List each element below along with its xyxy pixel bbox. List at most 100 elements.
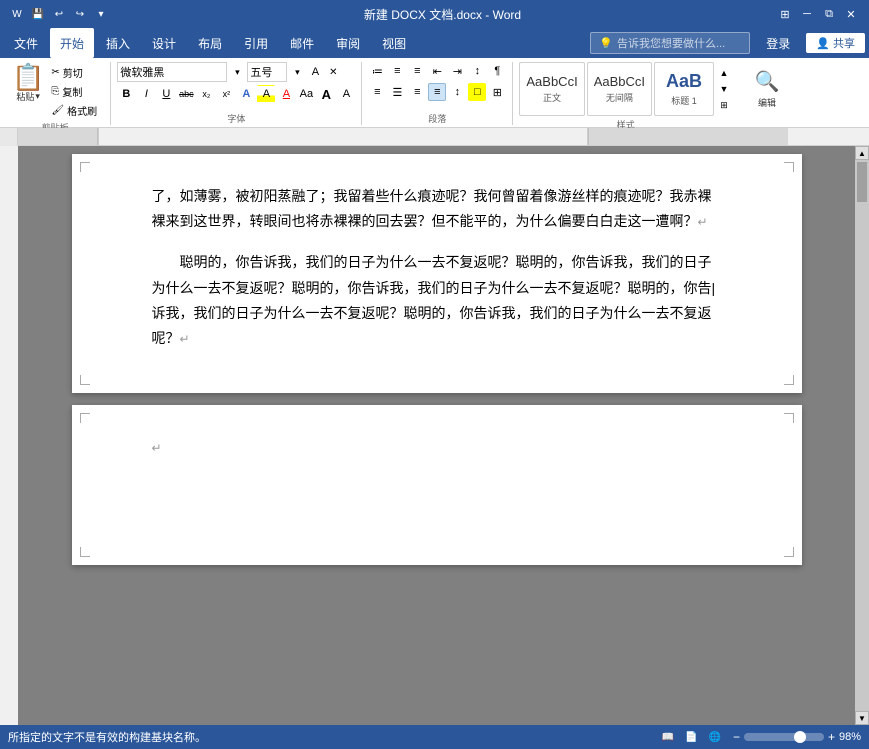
align-left-button[interactable]: ≡ [368,83,386,101]
font-size-dropdown[interactable]: ▾ [289,65,305,79]
italic-button[interactable]: I [137,85,155,103]
subscript-button[interactable]: x₂ [197,85,215,103]
style-normal-preview: AaBbCcI [526,74,577,89]
font-format-row: B I U abc x₂ x² A A A Aa A A [117,85,355,103]
shading-button[interactable]: □ [468,83,486,101]
pilcrow-2: ↵ [180,332,190,346]
scroll-thumb[interactable] [857,162,867,202]
editing-button[interactable]: 🔍 编辑 [744,62,790,116]
corner-tr-p2 [784,413,794,423]
underline-button[interactable]: U [157,85,175,103]
login-button[interactable]: 登录 [758,33,798,54]
share-button[interactable]: 👤 共享 [806,33,865,53]
restore-button[interactable]: ⧉ [819,4,839,24]
show-marks-button[interactable]: ¶ [488,62,506,80]
bold-button[interactable]: B [117,85,135,103]
styles-scroll-down[interactable]: ▼ [716,82,732,96]
copy-button[interactable]: ⎘ 复制 [50,82,102,100]
shrink-font-button[interactable]: A [337,85,355,103]
print-view-button[interactable]: 📄 [681,730,701,745]
undo-icon[interactable]: ↩ [50,5,68,23]
menu-home[interactable]: 开始 [50,28,94,58]
multilevel-button[interactable]: ≡ [408,62,426,80]
minimize-button[interactable]: ─ [797,4,817,24]
styles-expand[interactable]: ⊞ [716,98,732,112]
text-cursor [712,280,716,296]
para-row1: ≔ ≡ ≡ ⇤ ⇥ ↕ ¶ [368,62,506,80]
zoom-in-button[interactable]: + [828,730,835,744]
font-size-input[interactable] [247,62,287,82]
clear-format-icon[interactable]: A [307,65,323,79]
bullets-button[interactable]: ≔ [368,62,386,80]
format-painter-button[interactable]: 🖌 格式刷 [50,101,102,119]
corner-bl [80,375,90,385]
vertical-scrollbar[interactable]: ▲ ▼ [855,146,869,725]
menu-mail[interactable]: 邮件 [280,28,324,58]
font-content: ▾ ▾ A ✕ B I U abc x₂ x² A A A Aa A A [117,62,355,110]
title-bar: W 💾 ↩ ↪ ▾ 新建 DOCX 文档.docx - Word ⊞ ─ ⧉ ✕ [0,0,869,28]
change-case-button[interactable]: Aa [297,85,315,103]
view-buttons: 📖 📄 🌐 [658,730,725,745]
tell-me-search[interactable]: 💡 告诉我您想要做什么... [590,32,750,54]
page-1-content[interactable]: 了，如薄雾，被初阳蒸融了；我留着些什么痕迹呢？我何曾留着像游丝样的痕迹呢？我赤裸… [152,184,722,351]
ribbon: 📋 粘贴▾ ✂ 剪切 ⎘ 复制 🖌 格式刷 剪贴板 [0,58,869,128]
customize-icon[interactable]: ▾ [92,5,110,23]
style-normal-label: 正文 [543,91,561,104]
editing-search-icon: 🔍 [755,69,780,94]
format-clear-button[interactable]: ✕ [325,65,341,79]
text-effects-button[interactable]: A [237,85,255,103]
font-color-button[interactable]: A [277,85,295,103]
menu-design[interactable]: 设计 [142,28,186,58]
align-center-button[interactable]: ☰ [388,83,406,101]
highlight-button[interactable]: A [257,85,275,103]
decrease-indent-button[interactable]: ⇤ [428,62,446,80]
borders-button[interactable]: ⊞ [488,83,506,101]
numbering-button[interactable]: ≡ [388,62,406,80]
style-heading1[interactable]: AaB 标题 1 [654,62,714,116]
cut-button[interactable]: ✂ 剪切 [50,63,102,81]
scroll-up-button[interactable]: ▲ [855,146,869,160]
menu-file[interactable]: 文件 [4,28,48,58]
editing-label [744,123,790,125]
corner-br [784,375,794,385]
web-view-button[interactable]: 🌐 [704,730,724,745]
style-no-spacing[interactable]: AaBbCcI 无间隔 [587,62,652,116]
line-spacing-button[interactable]: ↕ [448,83,466,101]
document-scroll-area[interactable]: 了，如薄雾，被初阳蒸融了；我留着些什么痕迹呢？我何曾留着像游丝样的痕迹呢？我赤裸… [18,146,855,725]
menu-layout[interactable]: 布局 [188,28,232,58]
align-right-button[interactable]: ≡ [408,83,426,101]
redo-icon[interactable]: ↪ [71,5,89,23]
paste-button[interactable]: 📋 粘贴▾ [8,62,48,105]
ruler-svg [18,128,869,145]
increase-indent-button[interactable]: ⇥ [448,62,466,80]
font-name-dropdown[interactable]: ▾ [229,65,245,79]
read-view-button[interactable]: 📖 [658,730,678,745]
menu-insert[interactable]: 插入 [96,28,140,58]
menu-references[interactable]: 引用 [234,28,278,58]
strikethrough-button[interactable]: abc [177,85,195,103]
zoom-level[interactable]: 98% [839,731,861,743]
save-icon[interactable]: 💾 [29,5,47,23]
sort-button[interactable]: ↕ [468,62,486,80]
style-normal[interactable]: AaBbCcI 正文 [519,62,584,116]
zoom-slider-thumb[interactable] [794,731,806,743]
styles-scroll-up[interactable]: ▲ [716,66,732,80]
font-name-input[interactable] [117,62,227,82]
window-options-icon[interactable]: ⊞ [775,4,795,24]
scroll-down-button[interactable]: ▼ [855,711,869,725]
ribbon-group-editing: 🔍 编辑 [740,62,796,125]
zoom-out-button[interactable]: − [733,730,740,744]
menu-view[interactable]: 视图 [372,28,416,58]
zoom-slider-track[interactable] [744,733,824,741]
menu-bar-right: 💡 告诉我您想要做什么... 登录 👤 共享 [590,28,865,58]
corner-tl [80,162,90,172]
menu-review[interactable]: 审阅 [326,28,370,58]
share-label: 共享 [833,35,855,51]
close-button[interactable]: ✕ [841,4,861,24]
justify-button[interactable]: ≡ [428,83,446,101]
corner-tl-p2 [80,413,90,423]
cut-icon: ✂ [51,67,59,78]
page-2-content[interactable]: ↵ [152,435,722,515]
superscript-button[interactable]: x² [217,85,235,103]
grow-font-button[interactable]: A [317,85,335,103]
